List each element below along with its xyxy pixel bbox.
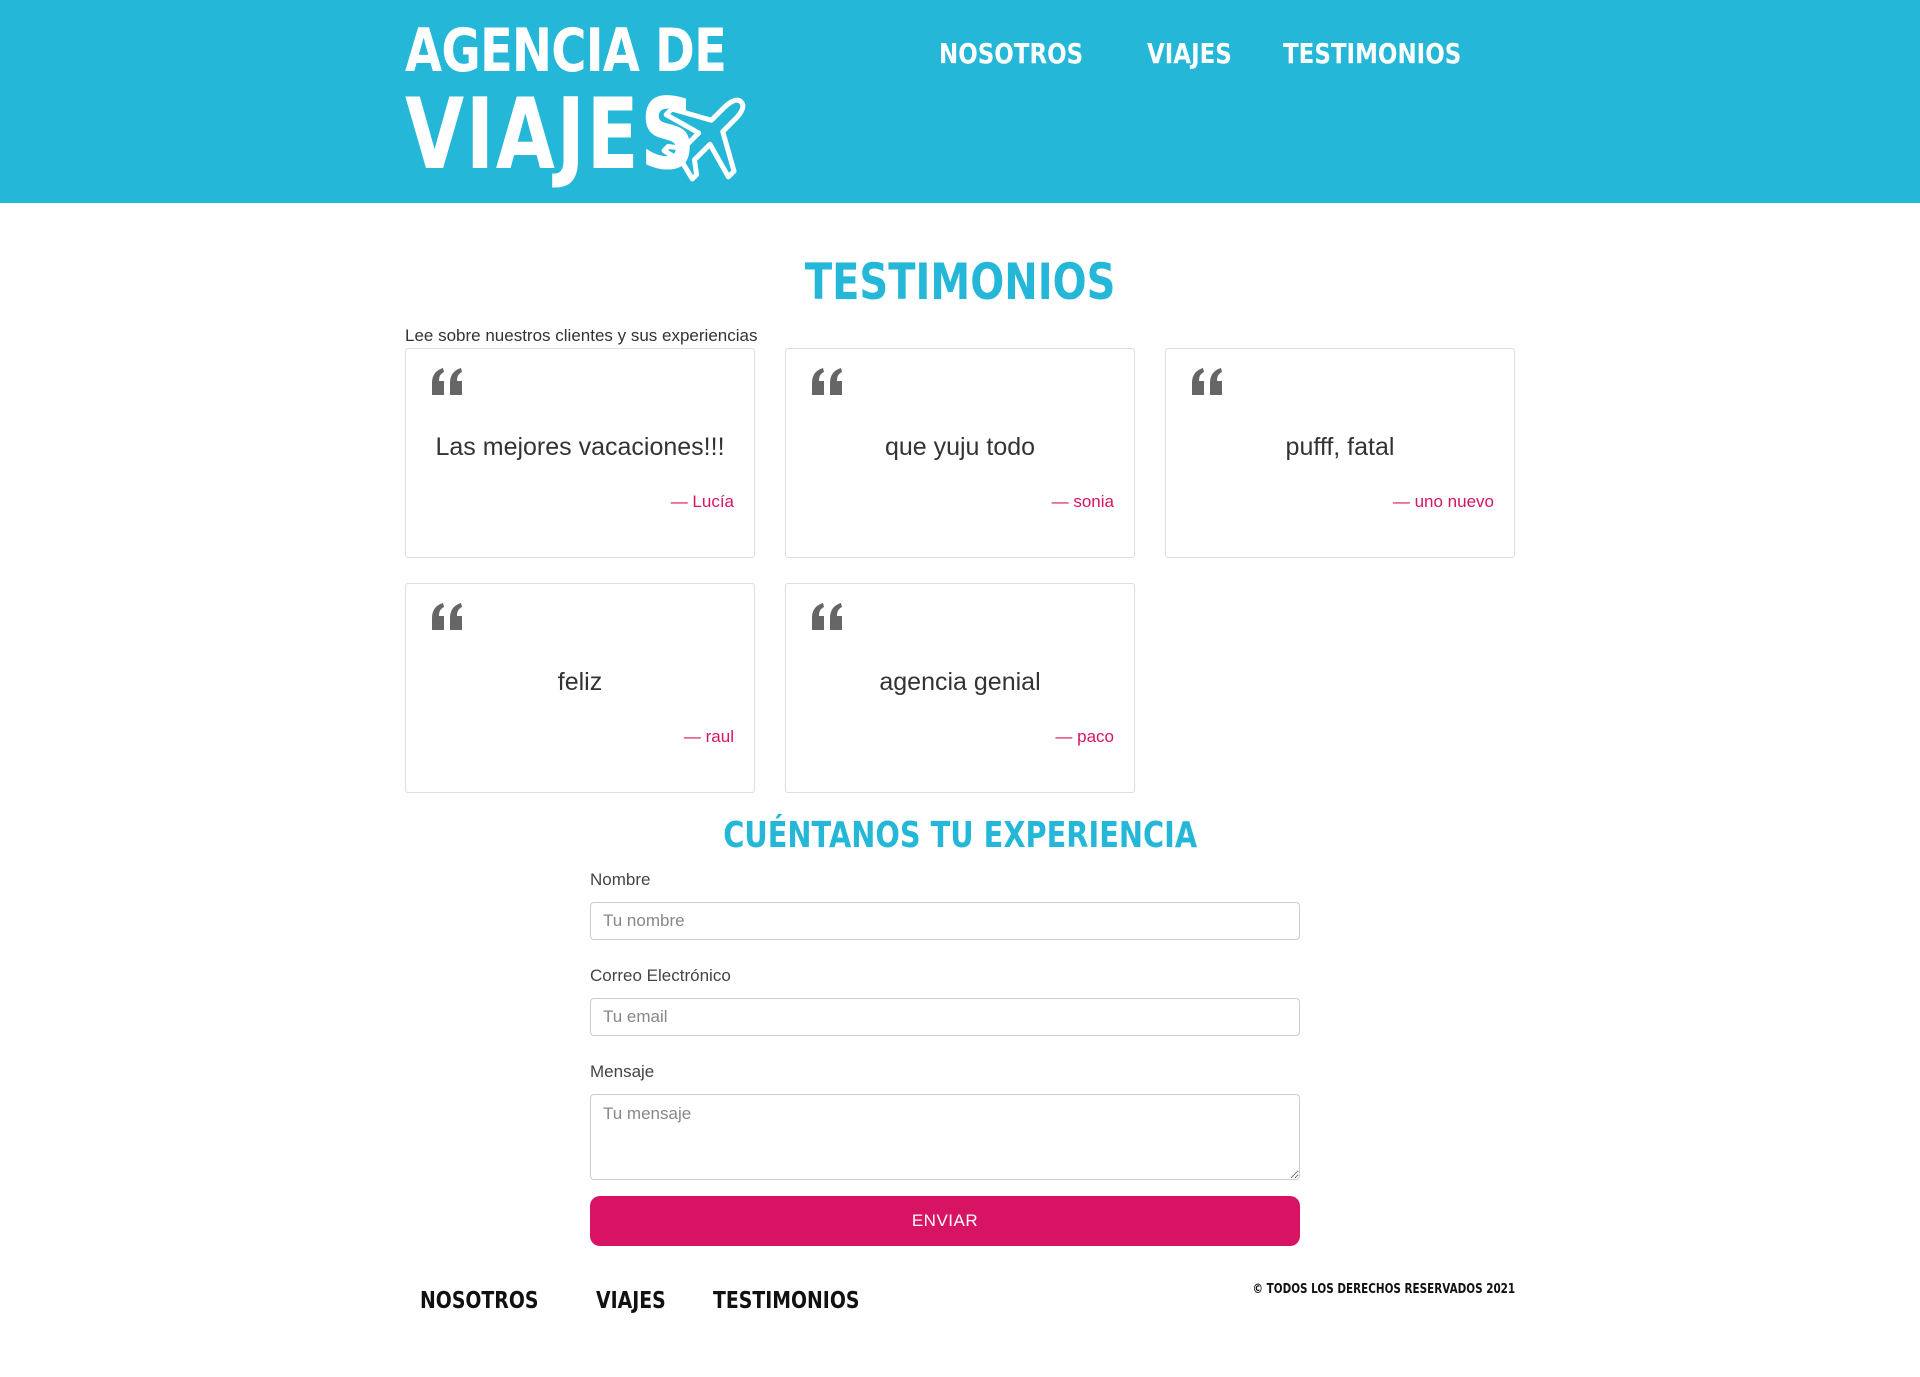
quote-icon <box>812 603 842 630</box>
testimonial-text: agencia genial <box>879 668 1041 696</box>
message-label: Mensaje <box>590 1062 655 1081</box>
quote-icon <box>1192 368 1222 395</box>
testimonial-card: pufff, fatal — uno nuevo <box>1165 348 1515 558</box>
footer-link-nosotros[interactable]: NOSOTROS <box>420 1286 538 1316</box>
site-header: AGENCIA DE VIAJES NOSOTROS VIAJES TESTIM… <box>0 0 1920 203</box>
testimonial-card: agencia genial — paco <box>785 583 1135 793</box>
quote-icon <box>432 368 462 395</box>
footer-link-viajes[interactable]: VIAJES <box>596 1286 666 1316</box>
testimonial-author: — paco <box>1055 727 1114 746</box>
testimonial-text: pufff, fatal <box>1285 433 1395 461</box>
name-label: Nombre <box>590 870 651 889</box>
logo-text-line1: AGENCIA DE <box>405 16 727 86</box>
footer-link-testimonios[interactable]: TESTIMONIOS <box>713 1286 859 1316</box>
testimonial-text: que yuju todo <box>884 433 1036 461</box>
form-title: CUÉNTANOS TU EXPERIENCIA <box>723 815 1197 856</box>
testimonial-author: — Lucía <box>670 492 734 511</box>
main-nav: NOSOTROS VIAJES TESTIMONIOS <box>939 36 1500 72</box>
testimonial-form: Nombre Correo Electrónico Mensaje ENVIAR <box>590 868 1300 1246</box>
nav-link-nosotros[interactable]: NOSOTROS <box>939 36 1083 72</box>
submit-button[interactable]: ENVIAR <box>590 1196 1300 1246</box>
email-label: Correo Electrónico <box>590 966 731 985</box>
testimonial-text: feliz <box>557 668 603 696</box>
quote-icon <box>432 603 462 630</box>
logo-text-line2: VIAJES <box>405 78 697 192</box>
site-logo[interactable]: AGENCIA DE VIAJES <box>405 16 765 192</box>
nav-link-testimonios[interactable]: TESTIMONIOS <box>1283 36 1461 72</box>
message-textarea[interactable] <box>590 1094 1300 1180</box>
testimonial-card: feliz — raul <box>405 583 755 793</box>
airplane-icon <box>661 97 746 182</box>
page-title: TESTIMONIOS <box>804 253 1116 311</box>
intro-text: Lee sobre nuestros clientes y sus experi… <box>405 326 758 345</box>
testimonial-card: que yuju todo — sonia <box>785 348 1135 558</box>
footer-nav: NOSOTROS VIAJES TESTIMONIOS <box>420 1286 892 1316</box>
quote-icon <box>812 368 842 395</box>
nav-link-viajes[interactable]: VIAJES <box>1147 36 1232 72</box>
testimonials-grid: Las mejores vacaciones!!! — Lucía que yu… <box>405 348 1515 793</box>
email-input[interactable] <box>590 998 1300 1036</box>
name-input[interactable] <box>590 902 1300 940</box>
testimonial-author: — uno nuevo <box>1392 492 1494 511</box>
testimonial-text: Las mejores vacaciones!!! <box>435 433 725 461</box>
copyright-text: © TODOS LOS DERECHOS RESERVADOS 2021 <box>1252 1282 1515 1297</box>
testimonial-card: Las mejores vacaciones!!! — Lucía <box>405 348 755 558</box>
testimonial-author: — raul <box>683 727 734 746</box>
testimonial-author: — sonia <box>1051 492 1114 511</box>
